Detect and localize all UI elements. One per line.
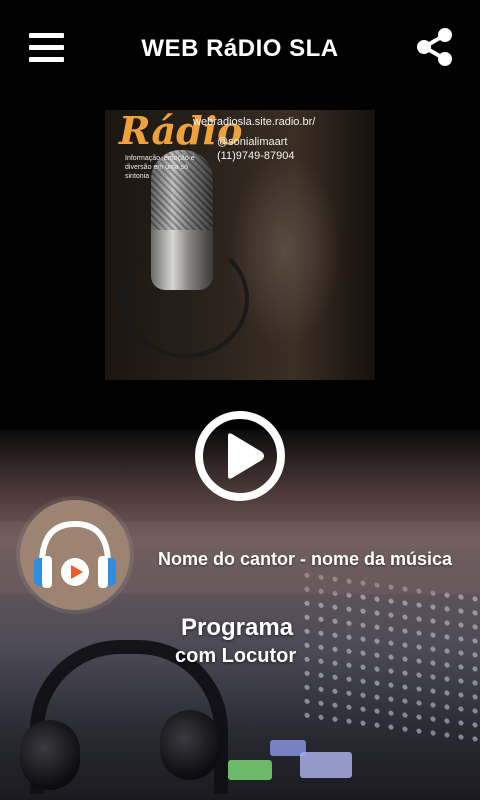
play-icon bbox=[195, 411, 285, 501]
art-phone: (11)9749-87904 bbox=[217, 150, 295, 162]
background-earcup-right bbox=[160, 710, 220, 780]
art-tagline: Informação, emoção e diversão em uma só … bbox=[125, 155, 195, 180]
now-playing-text: Nome do cantor - nome da música bbox=[158, 549, 453, 569]
album-art: Rádio Informação, emoção e diversão em u… bbox=[105, 110, 375, 380]
headphones-icon bbox=[34, 520, 116, 588]
station-logo bbox=[20, 500, 130, 610]
art-url: webradiosla.site.radio.br/ bbox=[193, 116, 316, 128]
share-icon[interactable] bbox=[414, 26, 456, 68]
app-title: WEB RáDIO SLA bbox=[141, 35, 339, 62]
mixer-pad bbox=[270, 740, 306, 756]
hamburger-menu-icon[interactable] bbox=[29, 33, 64, 63]
program-name: Programa bbox=[181, 614, 294, 641]
mixer-pad bbox=[228, 760, 272, 780]
play-button[interactable] bbox=[194, 410, 286, 502]
art-instagram: @sonialimaart bbox=[217, 136, 288, 148]
mixer-pad bbox=[300, 752, 352, 778]
program-host: com Locutor bbox=[175, 645, 297, 667]
background-earcup-left bbox=[20, 720, 80, 790]
top-bar: WEB RáDIO SLA bbox=[0, 0, 480, 96]
